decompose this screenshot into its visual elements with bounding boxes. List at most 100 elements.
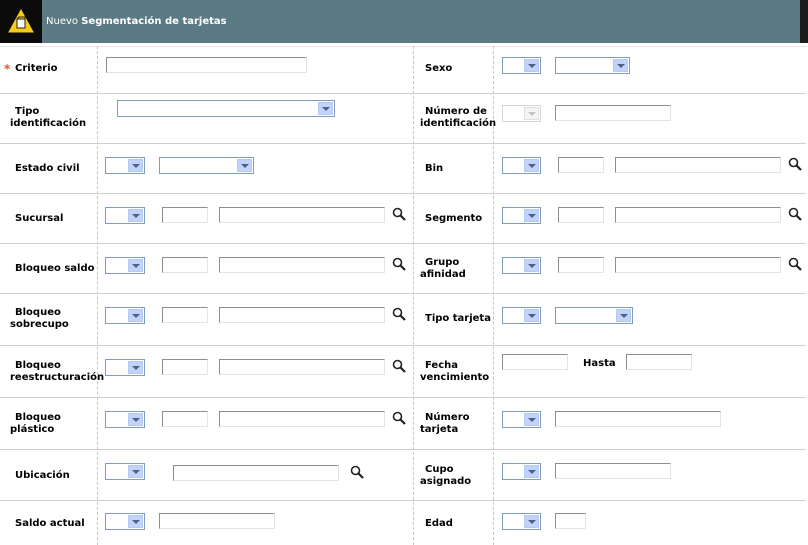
numero-identificacion-label-2: identificación [420,118,497,129]
header-bar: Nuevo Segmentación de tarjetas [0,0,808,43]
ubicacion-description-input[interactable] [173,465,339,481]
magnifier-icon[interactable] [788,257,802,271]
tipo-tarjeta-label: Tipo tarjeta [425,313,491,324]
chevron-down-icon[interactable] [616,309,631,322]
segmento-label: Segmento [425,213,483,224]
sucursal-label: Sucursal [15,213,64,224]
column-guide [413,46,414,545]
chevron-down-icon[interactable] [128,515,143,528]
chevron-down-icon[interactable] [128,159,143,172]
chevron-down-icon[interactable] [524,59,539,72]
bloqueo-sobrecupo-code-input[interactable] [162,307,208,323]
sucursal-description-input[interactable] [219,207,385,223]
fecha-vencimiento-desde-input[interactable] [502,354,568,370]
row-divider [0,93,806,94]
bloqueo-reestructuracion-operator-select[interactable] [105,359,145,376]
cupo-asignado-label-2: asignado [420,476,472,487]
bin-operator-select[interactable] [502,157,541,174]
hasta-label: Hasta [583,358,616,369]
bin-description-input[interactable] [615,157,781,173]
magnifier-icon[interactable] [392,257,406,271]
grupo-afinidad-code-input[interactable] [558,257,604,273]
chevron-down-icon[interactable] [237,159,252,172]
segmento-operator-select[interactable] [502,207,541,224]
edad-input[interactable] [555,513,586,529]
ubicacion-label: Ubicación [15,470,70,481]
saldo-actual-operator-select[interactable] [105,513,145,530]
title-text: Segmentación de tarjetas [81,16,227,27]
grupo-afinidad-label-1: Grupo [425,257,460,268]
bloqueo-saldo-code-input[interactable] [162,257,208,273]
magnifier-icon[interactable] [392,307,406,321]
fecha-vencimiento-label-1: Fecha [425,360,459,371]
chevron-down-icon[interactable] [524,515,539,528]
chevron-down-icon[interactable] [613,59,628,72]
criterio-input[interactable] [106,57,307,73]
numero-identificacion-input[interactable] [555,105,671,121]
bloqueo-plastico-code-input[interactable] [162,411,208,427]
fecha-vencimiento-hasta-input[interactable] [626,354,692,370]
sucursal-code-input[interactable] [162,207,208,223]
row-divider [0,293,806,294]
chevron-down-icon[interactable] [318,102,333,115]
saldo-actual-input[interactable] [159,513,275,529]
chevron-down-icon[interactable] [524,259,539,272]
magnifier-icon[interactable] [392,359,406,373]
chevron-down-icon[interactable] [128,209,143,222]
bloqueo-sobrecupo-description-input[interactable] [219,307,385,323]
estado-civil-select[interactable] [159,157,254,174]
bloqueo-sobrecupo-operator-select[interactable] [105,307,145,324]
bloqueo-reestructuracion-code-input[interactable] [162,359,208,375]
magnifier-icon[interactable] [788,207,802,221]
magnifier-icon[interactable] [392,411,406,425]
grupo-afinidad-label-2: afinidad [420,269,466,280]
numero-tarjeta-operator-select[interactable] [502,411,541,428]
bin-label: Bin [425,163,444,174]
bin-code-input[interactable] [558,157,604,173]
row-divider [0,345,806,346]
chevron-down-icon[interactable] [128,309,143,322]
segmento-description-input[interactable] [615,207,781,223]
magnifier-icon[interactable] [788,157,802,171]
bloqueo-saldo-operator-select[interactable] [105,257,145,274]
magnifier-icon[interactable] [392,207,406,221]
numero-tarjeta-label-2: tarjeta [420,424,459,435]
chevron-down-icon[interactable] [128,413,143,426]
saldo-actual-label: Saldo actual [15,518,85,529]
sexo-value-select[interactable] [555,57,630,74]
chevron-down-icon[interactable] [128,465,143,478]
estado-civil-operator-select[interactable] [105,157,145,174]
chevron-down-icon[interactable] [524,465,539,478]
chevron-down-icon[interactable] [128,361,143,374]
sucursal-operator-select[interactable] [105,207,145,224]
numero-identificacion-label-1: Número de [425,106,487,117]
column-guide [97,46,98,545]
ubicacion-operator-select[interactable] [105,463,145,480]
cupo-asignado-operator-select[interactable] [502,463,541,480]
chevron-down-icon[interactable] [524,159,539,172]
numero-tarjeta-input[interactable] [555,411,721,427]
magnifier-icon[interactable] [350,465,364,479]
chevron-down-icon[interactable] [524,209,539,222]
bloqueo-plastico-operator-select[interactable] [105,411,145,428]
chevron-down-icon[interactable] [524,413,539,426]
chevron-down-icon[interactable] [128,259,143,272]
fecha-vencimiento-label-2: vencimiento [420,372,490,383]
bloqueo-plastico-description-input[interactable] [219,411,385,427]
tipo-tarjeta-operator-select[interactable] [502,307,541,324]
segmento-code-input[interactable] [558,207,604,223]
bloqueo-reestructuracion-label-1: Bloqueo [15,360,61,371]
divider [0,46,806,47]
bloqueo-reestructuracion-description-input[interactable] [219,359,385,375]
edad-operator-select[interactable] [502,513,541,530]
bloqueo-saldo-label: Bloqueo saldo [15,263,95,274]
cupo-asignado-input[interactable] [555,463,671,479]
sexo-label: Sexo [425,63,453,74]
bloqueo-saldo-description-input[interactable] [219,257,385,273]
sexo-select[interactable] [502,57,541,74]
grupo-afinidad-operator-select[interactable] [502,257,541,274]
tipo-tarjeta-select[interactable] [555,307,633,324]
grupo-afinidad-description-input[interactable] [615,257,781,273]
chevron-down-icon[interactable] [524,309,539,322]
tipo-identificacion-select[interactable] [117,100,335,117]
